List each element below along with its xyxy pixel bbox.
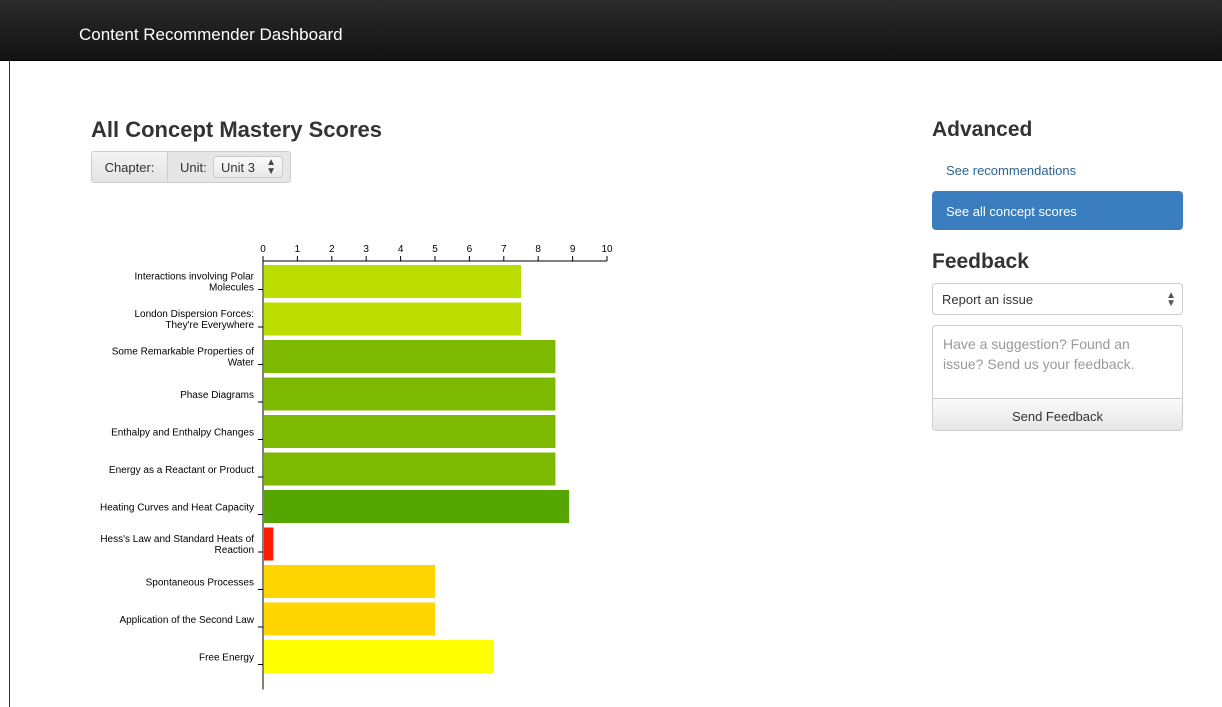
score-bar	[264, 452, 556, 486]
feedback-title: Feedback	[932, 250, 1029, 273]
score-bar	[264, 265, 521, 298]
category-label: Hess's Law and Standard Heats of	[100, 534, 254, 545]
x-tick-label: 4	[398, 244, 404, 255]
see-all-concept-scores-link[interactable]: See all concept scores	[932, 191, 1183, 230]
score-bar	[264, 340, 556, 373]
x-tick-label: 8	[535, 244, 541, 255]
score-bar	[264, 302, 521, 336]
x-tick-label: 10	[601, 244, 613, 255]
unit-label: Unit:	[180, 160, 207, 175]
x-tick-label: 0	[260, 244, 266, 255]
category-label: Water	[228, 358, 255, 369]
category-label: London Dispersion Forces:	[134, 309, 254, 320]
x-tick-label: 9	[570, 244, 576, 255]
score-bar	[264, 415, 556, 448]
category-label: Energy as a Reactant or Product	[109, 465, 254, 476]
send-feedback-button[interactable]: Send Feedback	[932, 398, 1183, 431]
score-bar	[264, 565, 435, 598]
x-tick-label: 6	[467, 244, 473, 255]
category-label: Free Energy	[199, 653, 254, 664]
category-label: They're Everywhere	[165, 320, 254, 331]
top-navbar: Content Recommender Dashboard	[0, 0, 1222, 61]
x-tick-label: 3	[363, 244, 369, 255]
x-tick-label: 1	[295, 244, 301, 255]
mastery-bar-chart: 0 1 2 3 4 5 6 7 8 9 10 Interactions involving Polar…	[100, 244, 613, 690]
category-label: Application of the Second Law	[119, 615, 254, 626]
x-tick-label: 2	[329, 244, 335, 255]
x-tick-label: 7	[501, 244, 507, 255]
category-label: Molecules	[209, 283, 254, 294]
score-bar	[264, 377, 556, 411]
category-label: Interactions involving Polar	[134, 272, 254, 283]
chapter-filter-button[interactable]: Chapter:	[92, 152, 168, 182]
category-label: Heating Curves and Heat Capacity	[100, 503, 254, 514]
page-title: All Concept Mastery Scores	[91, 117, 382, 142]
feedback-textarea[interactable]: Have a suggestion? Found an issue? Send …	[932, 325, 1183, 399]
chapter-label: Chapter:	[104, 159, 155, 175]
category-label: Some Remarkable Properties of	[112, 347, 255, 358]
score-bar	[264, 490, 570, 523]
unit-select[interactable]: Unit 3 ▲ ▼	[213, 156, 283, 178]
category-label: Reaction	[215, 545, 254, 556]
x-tick-label: 5	[432, 244, 438, 255]
category-label: Enthalpy and Enthalpy Changes	[111, 428, 254, 439]
score-bar	[264, 602, 435, 636]
unit-select-value: Unit 3	[221, 160, 255, 175]
score-bar	[264, 527, 274, 561]
category-label: Phase Diagrams	[180, 390, 254, 401]
see-recommendations-link[interactable]: See recommendations	[946, 163, 1076, 178]
report-type-select[interactable]: Report an issue ▲ ▼	[932, 283, 1183, 315]
select-arrows-icon: ▲ ▼	[266, 157, 276, 177]
advanced-title: Advanced	[932, 118, 1033, 141]
score-bar	[264, 640, 494, 673]
report-select-value: Report an issue	[942, 292, 1034, 307]
select-arrows-icon: ▲ ▼	[1166, 290, 1176, 309]
feedback-placeholder: Have a suggestion? Found an issue? Send …	[943, 336, 1135, 372]
filter-bar: Chapter: Unit: Unit 3 ▲ ▼	[91, 151, 291, 183]
category-label: Spontaneous Processes	[146, 578, 254, 589]
navbar-brand[interactable]: Content Recommender Dashboard	[79, 25, 343, 45]
